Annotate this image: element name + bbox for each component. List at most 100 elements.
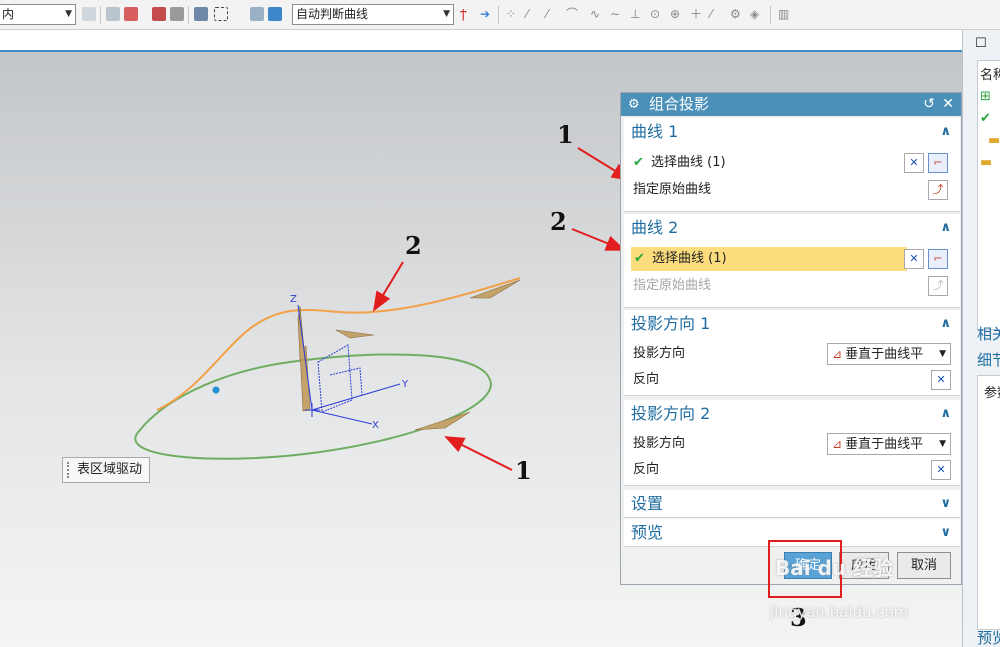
- select-curve-label: 选择曲线 (1): [652, 251, 727, 266]
- filter-icon[interactable]: [82, 7, 96, 21]
- layer-icon[interactable]: ◈: [750, 7, 764, 21]
- chevron-down-icon[interactable]: ∨: [940, 519, 951, 546]
- surface-drive-text: 表区域驱动: [77, 462, 143, 477]
- dialog-title: 组合投影: [649, 95, 710, 113]
- panel-restore-icon[interactable]: ☐: [975, 36, 987, 51]
- snap-filter-value: 内: [2, 7, 15, 21]
- preview-panel-label[interactable]: 预览: [977, 627, 1000, 647]
- section-header-proj-dir2[interactable]: 投影方向 2 ∧: [624, 400, 960, 427]
- proj-dir-dropdown[interactable]: ⊿ 垂直于曲线平 ▼: [827, 433, 951, 455]
- annotation-arrow: [372, 261, 404, 312]
- related-label[interactable]: 相关: [977, 323, 1000, 344]
- chevron-up-icon[interactable]: ∧: [940, 400, 951, 427]
- graphics-tab-band: [0, 30, 962, 52]
- gear-icon[interactable]: ⚙: [628, 93, 640, 116]
- chevron-down-icon[interactable]: ∨: [940, 490, 951, 517]
- intersect-icon[interactable]: ϯ: [460, 7, 474, 21]
- chevron-up-icon[interactable]: ∧: [940, 214, 951, 241]
- reverse-direction-icon[interactable]: ✕: [931, 370, 951, 390]
- chevron-down-icon: ▼: [939, 439, 946, 449]
- specify-original-label: 指定原始曲线: [633, 278, 712, 293]
- original-curve-icon[interactable]: ⤴: [928, 180, 948, 200]
- reverse-direction-icon[interactable]: ✕: [931, 460, 951, 480]
- combined-projection-dialog: ⚙ 组合投影 ↺ ✕ 曲线 1 ∧ ✔ 选择曲线 (1) ✕ ⌐ 指定原始曲线 …: [620, 92, 962, 585]
- orange-curve: [156, 277, 521, 411]
- snap-icon[interactable]: [106, 7, 120, 21]
- original-curve-icon[interactable]: ⤴: [928, 276, 948, 296]
- section-header-settings[interactable]: 设置 ∨: [624, 490, 960, 517]
- spline-icon[interactable]: ∿: [590, 7, 604, 21]
- folder-icon[interactable]: ▬: [988, 133, 1000, 148]
- gear-icon[interactable]: ⚙: [730, 7, 744, 21]
- section-proj-dir2: 投影方向 2 ∧ 投影方向 ⊿ 垂直于曲线平 ▼ 反向 ✕: [624, 400, 960, 486]
- arrow-right-icon[interactable]: ➔: [480, 7, 494, 21]
- proj-dir-value: 垂直于曲线平: [845, 437, 924, 452]
- proj-dir-dropdown[interactable]: ⊿ 垂直于曲线平 ▼: [827, 343, 951, 365]
- select-curve-row[interactable]: ✔ 选择曲线 (1): [631, 247, 907, 271]
- snap-filter-dropdown[interactable]: 内 ▼: [0, 4, 76, 25]
- selection-point: [212, 386, 220, 394]
- cross-select-icon[interactable]: ✕: [904, 249, 924, 269]
- surface-drive-label[interactable]: 表区域驱动: [62, 457, 150, 483]
- tangent-icon[interactable]: ⊥: [630, 7, 644, 21]
- curve-select-icon[interactable]: [152, 7, 166, 21]
- axis-x-label: X: [372, 420, 379, 431]
- cross-select-icon[interactable]: ✕: [904, 153, 924, 173]
- circle-icon[interactable]: ⊙: [650, 7, 664, 21]
- watermark-url: jingyan.baidu.com: [770, 603, 909, 621]
- section-settings: 设置 ∨: [624, 490, 960, 518]
- slash-icon[interactable]: ⁄: [710, 7, 724, 21]
- detail-table: 参数: [977, 375, 1000, 630]
- chevron-up-icon[interactable]: ∧: [940, 118, 951, 145]
- reset-icon[interactable]: ↺: [923, 93, 935, 116]
- proj-dir-value: 垂直于曲线平: [845, 347, 924, 362]
- curve-select-icon[interactable]: ⌐: [928, 249, 948, 269]
- main-toolbar: 内 ▼ 自动判断曲线 ▼ ϯ ➔ ⁘ ⁄ ⁄ ⌒ ∿ ∼ ⊥ ⊙ ⊕ ＋ ⁄ ⚙…: [0, 0, 1000, 30]
- select-icon[interactable]: [124, 7, 138, 21]
- line2-icon[interactable]: ⁄: [546, 7, 560, 21]
- detail-label[interactable]: 细节: [977, 349, 1000, 370]
- wave-icon[interactable]: ∼: [610, 7, 624, 21]
- arc-icon[interactable]: ⌒: [566, 7, 580, 21]
- cross-icon[interactable]: ＋: [690, 7, 704, 21]
- cancel-button[interactable]: 取消: [897, 552, 951, 579]
- chevron-up-icon[interactable]: ∧: [940, 310, 951, 337]
- close-icon[interactable]: ✕: [942, 93, 954, 116]
- curve-rule-dropdown[interactable]: 自动判断曲线 ▼: [292, 4, 454, 25]
- axis-y-label: Y: [401, 379, 409, 390]
- annotation-number: 2: [550, 207, 567, 236]
- line-icon[interactable]: ⁄: [526, 7, 540, 21]
- curve-select-icon[interactable]: ⌐: [928, 153, 948, 173]
- tree-node-check-icon[interactable]: ✔: [980, 111, 991, 126]
- section-title: 投影方向 1: [631, 314, 711, 333]
- rectangle-select-icon[interactable]: [214, 7, 228, 21]
- body-icon[interactable]: [250, 7, 264, 21]
- grid-icon[interactable]: ▥: [778, 7, 792, 21]
- deselect-icon[interactable]: [170, 7, 184, 21]
- drag-handle-icon: [67, 462, 70, 478]
- direction-icon: ⊿: [832, 437, 843, 451]
- point-icon[interactable]: ⁘: [506, 7, 520, 21]
- section-curve1: 曲线 1 ∧ ✔ 选择曲线 (1) ✕ ⌐ 指定原始曲线 ⤴: [624, 118, 960, 212]
- section-header-curve2[interactable]: 曲线 2 ∧: [624, 214, 960, 241]
- dialog-title-bar[interactable]: ⚙ 组合投影 ↺ ✕: [621, 93, 961, 116]
- center-icon[interactable]: ⊕: [670, 7, 684, 21]
- folder-icon[interactable]: ▬: [980, 155, 992, 170]
- direction-arrow: [335, 329, 375, 339]
- section-header-proj-dir1[interactable]: 投影方向 1 ∧: [624, 310, 960, 337]
- section-title: 曲线 2: [631, 218, 679, 237]
- face-icon[interactable]: [268, 7, 282, 21]
- chevron-down-icon: ▼: [65, 9, 72, 19]
- group-icon[interactable]: [194, 7, 208, 21]
- specify-original-row[interactable]: 指定原始曲线: [624, 274, 960, 298]
- param-header: 参数: [984, 386, 1000, 401]
- name-column-header[interactable]: 名称: [980, 64, 1000, 83]
- part-navigator-panel: ☐ 名称 ⊞ ✔ ▬ ▬ 相关 细节 参数 预览: [962, 30, 1000, 647]
- section-header-curve1[interactable]: 曲线 1 ∧: [624, 118, 960, 145]
- specify-original-row[interactable]: 指定原始曲线: [624, 178, 960, 202]
- tree-node-icon[interactable]: ⊞: [980, 89, 991, 104]
- part-tree[interactable]: 名称 ⊞ ✔ ▬ ▬: [977, 60, 1000, 330]
- direction-icon: ⊿: [832, 347, 843, 361]
- section-title: 预览: [631, 523, 664, 542]
- section-proj-dir1: 投影方向 1 ∧ 投影方向 ⊿ 垂直于曲线平 ▼ 反向 ✕: [624, 310, 960, 396]
